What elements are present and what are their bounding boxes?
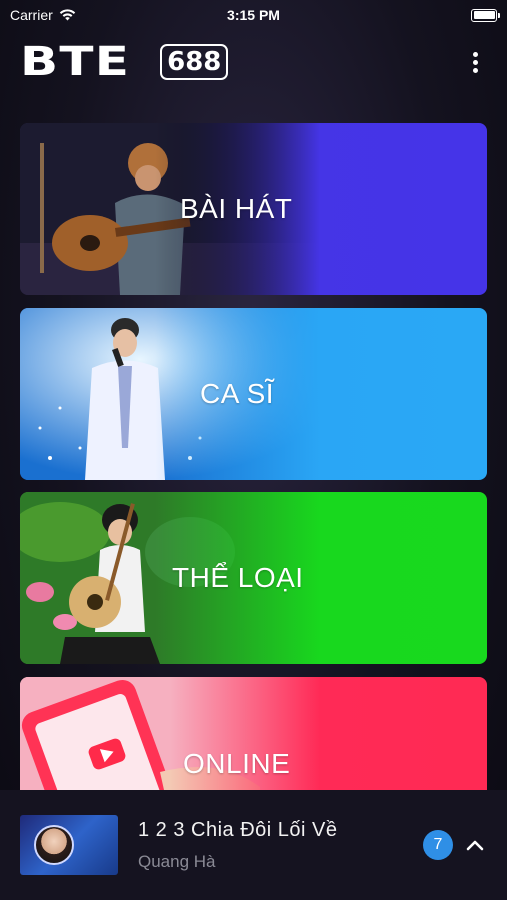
chevron-up-icon — [466, 840, 484, 851]
battery-icon — [471, 8, 500, 22]
carrier-info: Carrier — [10, 7, 76, 23]
track-title: 1 2 3 Chia Đôi Lối Về — [138, 818, 338, 841]
logo-number: 688 — [160, 44, 229, 80]
category-label-online: ONLINE — [183, 748, 291, 779]
category-label-genres: THỂ LOẠI — [172, 562, 304, 593]
track-artist: Quang Hà — [138, 851, 216, 871]
now-playing-bar[interactable]: 1 2 3 Chia Đôi Lối Về Quang Hà 7 — [0, 790, 507, 900]
logo-text: BTE — [20, 39, 131, 85]
expand-player-button[interactable] — [463, 833, 487, 857]
app-header: BTE 688 — [0, 38, 507, 86]
artist-avatar — [34, 825, 74, 865]
app-logo: BTE 688 — [20, 39, 229, 85]
category-card-songs[interactable]: BÀI HÁT — [20, 123, 487, 295]
status-time: 3:15 PM — [227, 7, 280, 23]
status-bar: Carrier 3:15 PM — [0, 0, 507, 30]
category-card-singers[interactable]: CA SĨ — [20, 308, 487, 480]
more-options-button[interactable] — [465, 48, 485, 76]
queue-count-badge[interactable]: 7 — [423, 830, 453, 860]
singer-image — [20, 308, 320, 480]
category-label-singers: CA SĨ — [200, 378, 275, 409]
wifi-icon — [59, 9, 75, 21]
category-card-genres[interactable]: THỂ LOẠI — [20, 492, 487, 664]
track-info: 1 2 3 Chia Đôi Lối Về Quang Hà — [138, 819, 423, 872]
more-vertical-icon — [472, 51, 478, 57]
now-playing-thumbnail — [20, 815, 118, 875]
carrier-label: Carrier — [10, 7, 53, 23]
category-label-songs: BÀI HÁT — [180, 193, 293, 224]
